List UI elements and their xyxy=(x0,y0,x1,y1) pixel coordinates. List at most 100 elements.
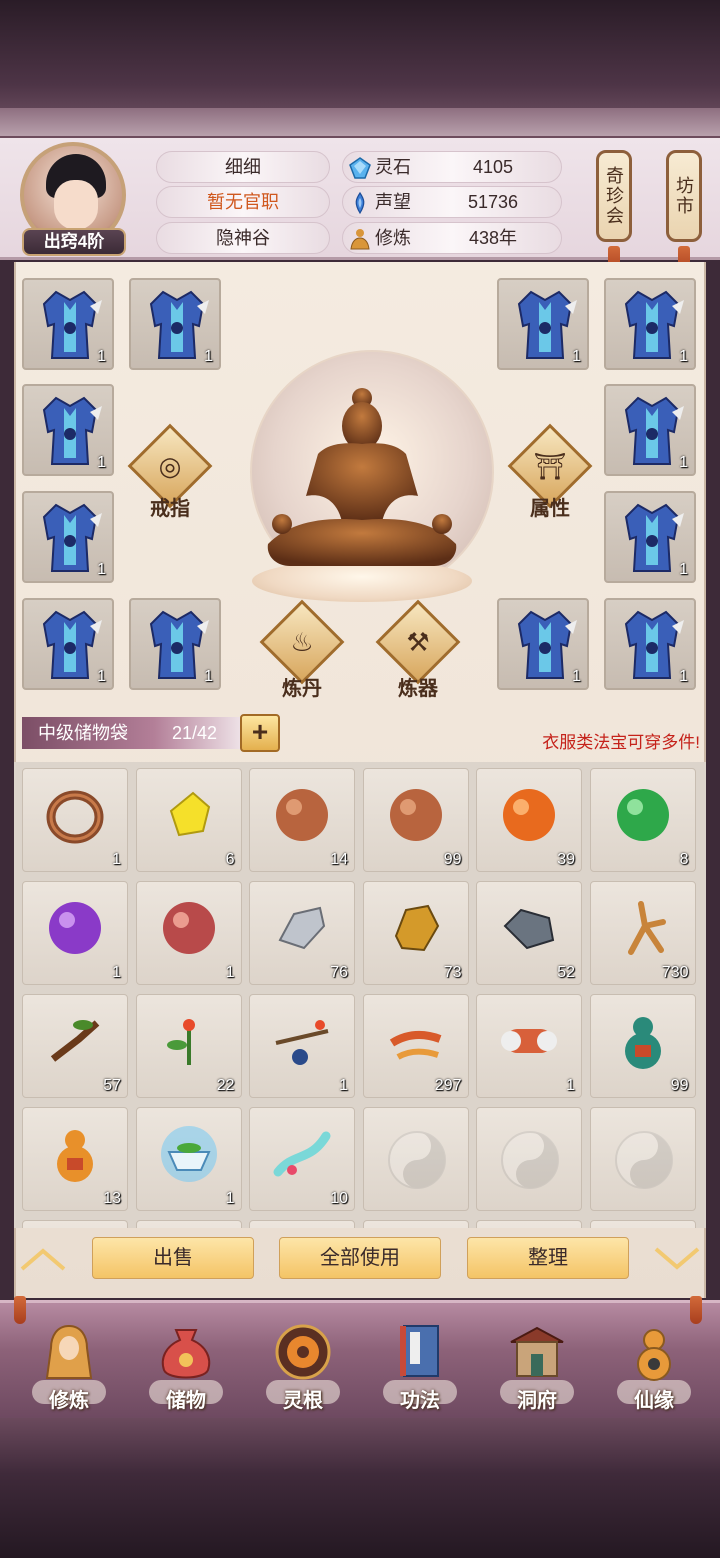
inventory-item[interactable]: 22 xyxy=(135,994,242,1098)
inventory-item[interactable]: 1 xyxy=(249,994,355,1098)
robe-icon xyxy=(624,396,684,465)
equipment-slot[interactable]: 1 xyxy=(497,598,589,690)
equipment-slot[interactable]: 1 xyxy=(22,384,114,476)
inventory-item[interactable]: 57 xyxy=(22,994,128,1098)
item-count: 8 xyxy=(679,851,689,868)
inventory-item[interactable]: 8 xyxy=(589,768,696,872)
tassel-ornament xyxy=(14,1296,26,1324)
inventory-item[interactable]: 13 xyxy=(22,1107,128,1211)
inventory-item[interactable]: 1 xyxy=(135,1107,242,1211)
robe-icon xyxy=(149,610,209,679)
ring-icon: ◎ xyxy=(158,450,182,481)
scroll-up-button[interactable] xyxy=(14,1240,72,1278)
yinyang-icon xyxy=(387,1130,447,1190)
gourd-icon xyxy=(637,1329,671,1381)
inventory-item[interactable]: 52 xyxy=(476,881,582,985)
ring-item-icon xyxy=(43,783,107,847)
inventory-item[interactable]: 6 xyxy=(135,768,242,872)
meditating-figure-icon xyxy=(267,388,457,566)
equipment-slot[interactable]: 1 xyxy=(604,384,696,476)
inventory-item[interactable]: 99 xyxy=(589,994,696,1098)
robe-icon xyxy=(517,290,577,359)
cauldron-icon: ♨ xyxy=(290,626,314,657)
nav-spirit-root[interactable]: 灵根 xyxy=(258,1322,348,1414)
pouch-icon xyxy=(161,1329,211,1379)
green-orb-icon xyxy=(611,783,675,847)
inventory-slot-empty[interactable] xyxy=(589,1107,696,1211)
jade-ribbon-icon xyxy=(270,1122,334,1186)
inventory-item[interactable]: 99 xyxy=(362,768,469,872)
equipment-slot[interactable]: 1 xyxy=(22,491,114,583)
equipment-slot[interactable]: 1 xyxy=(22,598,114,690)
equip-hint: 衣服类法宝可穿多件! xyxy=(542,733,700,752)
item-count: 297 xyxy=(434,1077,462,1094)
scroll-down-button[interactable] xyxy=(648,1240,706,1278)
cultivation-icon xyxy=(347,226,373,252)
equipment-slot[interactable]: 1 xyxy=(604,598,696,690)
inventory-item[interactable]: 1 xyxy=(476,994,582,1098)
item-count: 1 xyxy=(112,964,121,981)
item-count: 99 xyxy=(443,851,462,868)
equipment-slot[interactable]: 1 xyxy=(497,278,589,370)
official-title[interactable]: 暂无官职 xyxy=(156,186,330,218)
iron-ore-icon xyxy=(497,896,561,960)
inventory-item[interactable]: 39 xyxy=(476,768,582,872)
use-all-button[interactable]: 全部使用 xyxy=(279,1237,441,1279)
rank-badge: 出窍4阶 xyxy=(22,228,126,256)
inventory-slot-empty[interactable] xyxy=(476,1107,582,1211)
ginseng-icon xyxy=(611,896,675,960)
inventory-slot-empty[interactable] xyxy=(362,1220,469,1228)
robe-icon xyxy=(624,503,684,572)
spirit-bowl-icon xyxy=(157,1122,221,1186)
market-button[interactable]: 坊市 xyxy=(666,150,702,242)
nav-techniques[interactable]: 功法 xyxy=(375,1322,465,1414)
item-count: 99 xyxy=(670,1077,689,1094)
inventory-grid: 1 6 14 99 39 8 1 1 76 73 52 730 57 22 1 297 1 99 13 1 10 xyxy=(14,762,706,1228)
equipment-slot[interactable]: 1 xyxy=(22,278,114,370)
monk-icon xyxy=(45,1324,93,1379)
expand-bag-button[interactable]: + xyxy=(240,714,280,752)
robe-icon xyxy=(517,610,577,679)
item-count: 1 xyxy=(339,1077,348,1094)
inventory-slot-empty[interactable] xyxy=(476,1220,582,1228)
inventory-slot-empty[interactable] xyxy=(589,1220,696,1228)
sort-button[interactable]: 整理 xyxy=(467,1237,629,1279)
item-count: 10 xyxy=(330,1190,348,1207)
inventory-item[interactable]: 1 xyxy=(135,881,242,985)
nav-fate[interactable]: 仙缘 xyxy=(609,1322,699,1414)
scroll-bundle-icon xyxy=(497,1009,561,1073)
yinyang-icon xyxy=(500,1130,560,1190)
inventory-item[interactable]: 730 xyxy=(589,881,696,985)
inventory-item[interactable]: 10 xyxy=(249,1107,355,1211)
book-icon xyxy=(400,1325,439,1377)
resource-prestige: 声望 51736 xyxy=(342,186,562,218)
red-orb-icon xyxy=(157,896,221,960)
inventory-item[interactable]: 1 xyxy=(22,881,128,985)
item-count: 13 xyxy=(103,1190,121,1207)
equipment-slot[interactable]: 1 xyxy=(129,598,221,690)
sell-button[interactable]: 出售 xyxy=(92,1237,254,1279)
item-count: 76 xyxy=(330,964,348,981)
inventory-item[interactable]: 297 xyxy=(362,994,469,1098)
orange-gourd-icon xyxy=(43,1122,107,1186)
inventory-slot-empty[interactable] xyxy=(249,1220,355,1228)
spirit-root-icon xyxy=(275,1324,331,1380)
bronze-orb-icon xyxy=(384,783,448,847)
nav-cultivate[interactable]: 修炼 xyxy=(24,1322,114,1414)
inventory-slot-empty[interactable] xyxy=(362,1107,469,1211)
item-count: 73 xyxy=(443,964,462,981)
inventory-item[interactable]: 14 xyxy=(249,768,355,872)
inventory-item[interactable]: 73 xyxy=(362,881,469,985)
robe-icon xyxy=(624,290,684,359)
equipment-slot[interactable]: 1 xyxy=(129,278,221,370)
treasure-fair-button[interactable]: 奇珍会 xyxy=(596,150,632,242)
inventory-slot-empty[interactable] xyxy=(135,1220,242,1228)
equipment-slot[interactable]: 1 xyxy=(604,278,696,370)
inventory-item[interactable]: 1 xyxy=(22,768,128,872)
inventory-slot-empty[interactable] xyxy=(22,1220,128,1228)
robe-icon xyxy=(624,610,684,679)
equipment-slot[interactable]: 1 xyxy=(604,491,696,583)
nav-storage[interactable]: 储物 xyxy=(141,1322,231,1414)
inventory-item[interactable]: 76 xyxy=(249,881,355,985)
nav-cave-mansion[interactable]: 洞府 xyxy=(492,1322,582,1414)
